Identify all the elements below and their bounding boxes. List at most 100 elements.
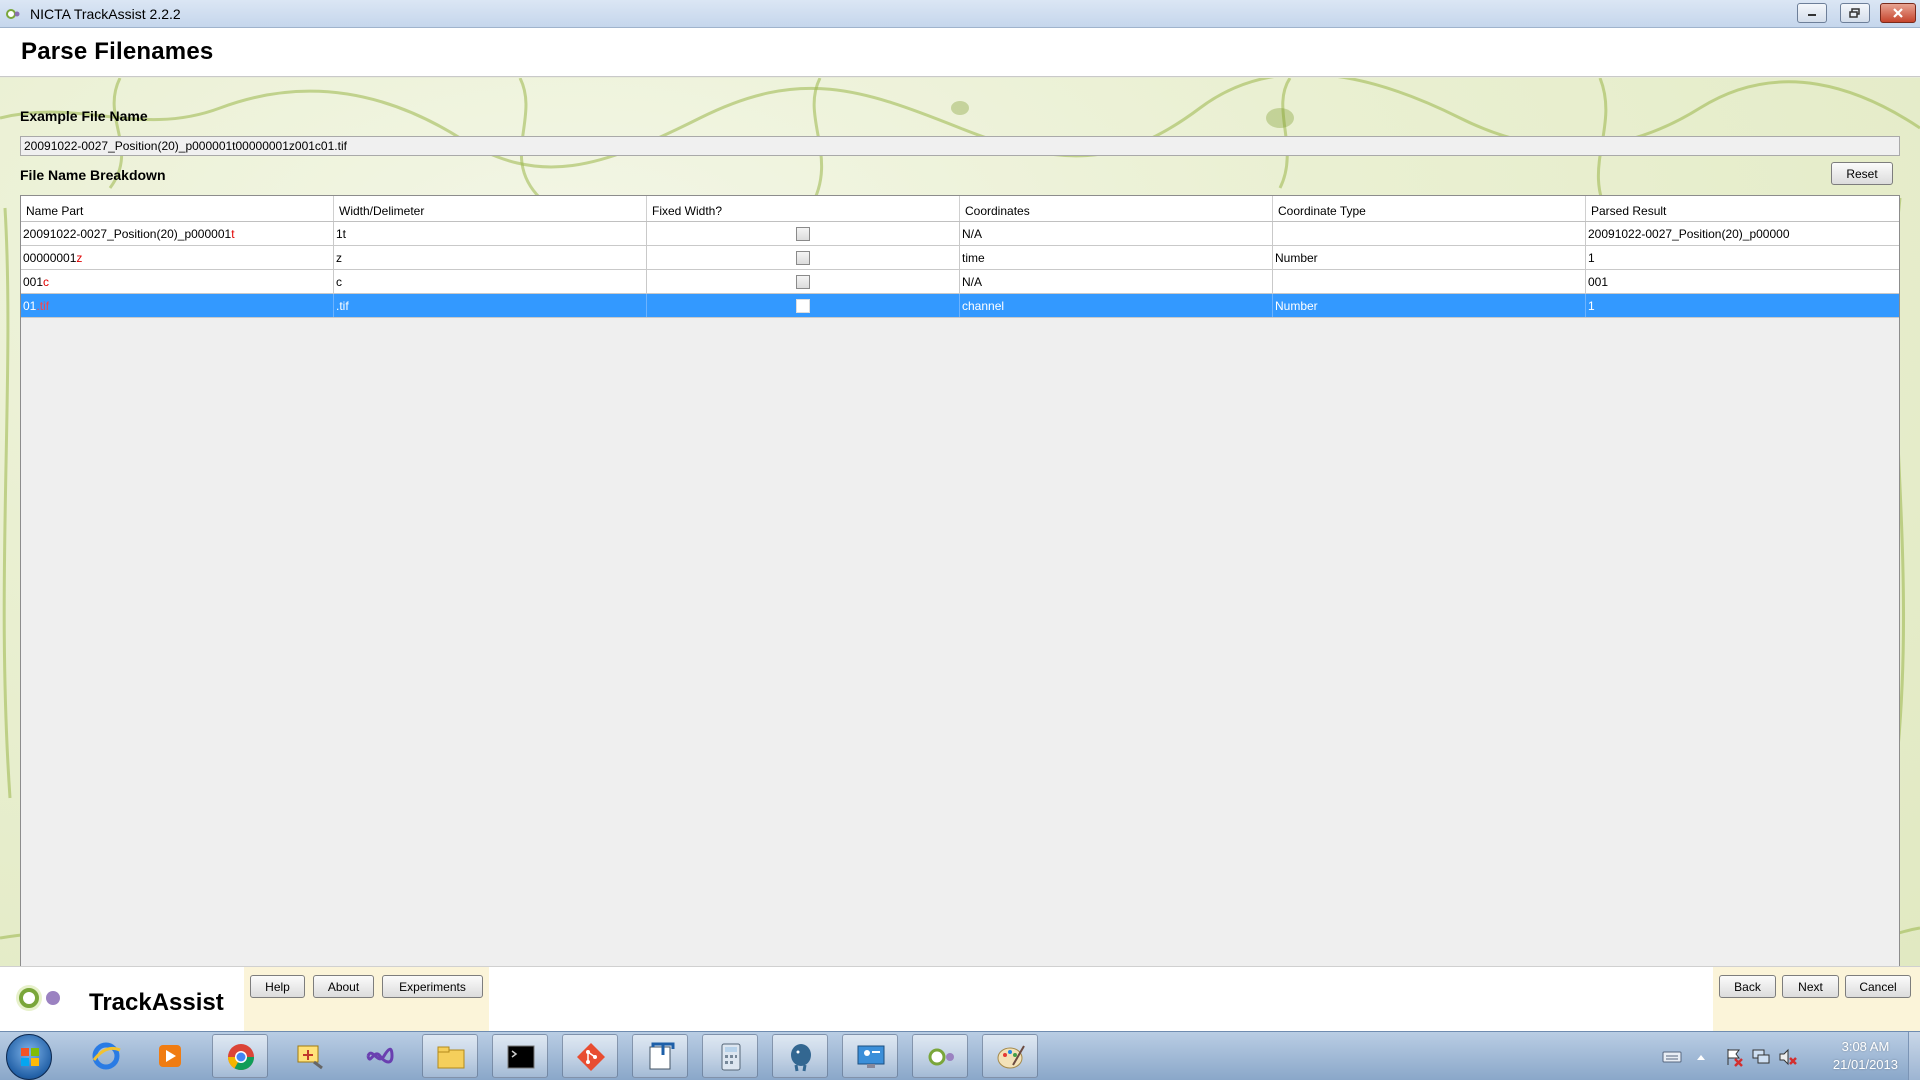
coordinates-cell[interactable]: N/A: [960, 222, 1273, 245]
back-button[interactable]: Back: [1719, 975, 1776, 998]
table-row[interactable]: 20091022-0027_Position(20)_p000001t 1t N…: [21, 222, 1899, 246]
column-header-coordinate-type[interactable]: Coordinate Type: [1273, 196, 1586, 221]
taskbar-ie[interactable]: [78, 1034, 134, 1078]
taskbar-visual-studio[interactable]: [352, 1034, 408, 1078]
name-part-cell[interactable]: 20091022-0027_Position(20)_p000001t: [21, 222, 334, 245]
reset-button[interactable]: Reset: [1831, 162, 1893, 185]
taskbar-calculator[interactable]: [702, 1034, 758, 1078]
minimize-icon: [1808, 14, 1816, 16]
experiments-button[interactable]: Experiments: [382, 975, 483, 998]
git-icon: [577, 1043, 605, 1071]
restore-button[interactable]: [1840, 3, 1870, 23]
name-part-delimiter: .tif: [36, 299, 50, 313]
clock-time: 3:08 AM: [1841, 1039, 1890, 1054]
page-title: Parse Filenames: [21, 38, 214, 65]
taskbar-text-editor[interactable]: [632, 1034, 688, 1078]
file-name-breakdown-table: Name Part Width/Delimeter Fixed Width? C…: [20, 195, 1900, 966]
column-header-name-part[interactable]: Name Part: [21, 196, 334, 221]
close-icon: [1893, 8, 1903, 18]
width-delimeter-cell[interactable]: c: [334, 270, 647, 293]
fixed-width-cell: [647, 246, 960, 269]
fixed-width-checkbox[interactable]: [796, 299, 810, 313]
table-row[interactable]: 001c c N/A 001: [21, 270, 1899, 294]
snipping-tool-icon: [297, 1045, 323, 1070]
coordinates-cell[interactable]: channel: [960, 294, 1273, 317]
column-header-width-delimeter[interactable]: Width/Delimeter: [334, 196, 647, 221]
coordinate-type-cell[interactable]: Number: [1273, 294, 1586, 317]
width-delimeter-cell[interactable]: .tif: [334, 294, 647, 317]
cancel-button[interactable]: Cancel: [1845, 975, 1911, 998]
about-button[interactable]: About: [313, 975, 374, 998]
taskbar-file-explorer[interactable]: [422, 1034, 478, 1078]
taskbar-paint[interactable]: [982, 1034, 1038, 1078]
name-part-delimiter: c: [43, 275, 50, 289]
windows-logo-icon: [21, 1048, 39, 1066]
table-header: Name Part Width/Delimeter Fixed Width? C…: [21, 196, 1899, 222]
table-row[interactable]: 00000001z z time Number 1: [21, 246, 1899, 270]
minimize-button[interactable]: [1797, 3, 1827, 23]
fixed-width-cell: [647, 222, 960, 245]
next-button[interactable]: Next: [1782, 975, 1839, 998]
calculator-icon: [721, 1043, 741, 1071]
windows-taskbar: 3:08 AM 21/01/2013: [0, 1031, 1920, 1080]
clock[interactable]: 3:08 AM 21/01/2013: [1833, 1038, 1898, 1074]
network-icon[interactable]: [1751, 1047, 1771, 1067]
close-button[interactable]: [1880, 3, 1916, 23]
paint-icon: [997, 1045, 1025, 1069]
action-center-icon[interactable]: [1724, 1047, 1744, 1067]
window-title: NICTA TrackAssist 2.2.2: [30, 6, 181, 22]
chrome-icon: [227, 1044, 255, 1071]
taskbar-snipping-tool[interactable]: [282, 1034, 338, 1078]
taskbar-trackassist[interactable]: [912, 1034, 968, 1078]
parsed-result-cell: 001: [1588, 275, 1609, 289]
parsed-result-cell: 1: [1588, 251, 1595, 265]
show-desktop-button[interactable]: [1908, 1032, 1920, 1080]
fixed-width-checkbox[interactable]: [796, 227, 810, 241]
table-row-selected[interactable]: 01.tif .tif channel Number 1: [21, 294, 1899, 318]
column-header-coordinates[interactable]: Coordinates: [960, 196, 1273, 221]
fixed-width-cell: [647, 270, 960, 293]
name-part-delimiter: z: [76, 251, 83, 265]
show-hidden-icons-icon[interactable]: [1695, 1052, 1707, 1062]
coordinate-type-cell[interactable]: [1273, 270, 1586, 293]
name-part-text: 01: [23, 299, 37, 313]
coordinate-type-cell[interactable]: [1273, 222, 1586, 245]
clock-date: 21/01/2013: [1832, 1057, 1898, 1072]
keyboard-icon[interactable]: [1662, 1050, 1682, 1064]
file-name-breakdown-label: File Name Breakdown: [20, 167, 166, 183]
name-part-cell[interactable]: 01.tif: [21, 294, 334, 317]
taskbar-postgresql[interactable]: [772, 1034, 828, 1078]
command-prompt-icon: [507, 1045, 535, 1069]
taskbar-media-player[interactable]: [142, 1034, 198, 1078]
ie-icon: [92, 1042, 121, 1070]
taskbar-git[interactable]: [562, 1034, 618, 1078]
column-header-fixed-width[interactable]: Fixed Width?: [647, 196, 960, 221]
example-file-name-label: Example File Name: [20, 108, 148, 124]
remote-desktop-icon: [857, 1045, 885, 1068]
help-button[interactable]: Help: [250, 975, 305, 998]
text-editor-icon: [649, 1042, 675, 1070]
coordinates-cell[interactable]: N/A: [960, 270, 1273, 293]
fixed-width-checkbox[interactable]: [796, 251, 810, 265]
parsed-result-cell: 1: [1588, 299, 1595, 313]
trackassist-logo-icon: [16, 985, 60, 1011]
volume-muted-icon[interactable]: [1778, 1047, 1798, 1067]
taskbar-remote-desktop[interactable]: [842, 1034, 898, 1078]
name-part-cell[interactable]: 00000001z: [21, 246, 334, 269]
restore-icon: [1849, 8, 1860, 18]
width-delimeter-cell[interactable]: 1t: [334, 222, 647, 245]
system-tray: 3:08 AM 21/01/2013: [1640, 1032, 1920, 1080]
width-delimeter-cell[interactable]: z: [334, 246, 647, 269]
visual-studio-icon: [366, 1047, 394, 1064]
coordinates-cell[interactable]: time: [960, 246, 1273, 269]
taskbar-chrome[interactable]: [212, 1034, 268, 1078]
app-icon: [6, 9, 20, 19]
example-file-name-field[interactable]: 20091022-0027_Position(20)_p000001t00000…: [20, 136, 1900, 156]
coordinate-type-cell[interactable]: Number: [1273, 246, 1586, 269]
fixed-width-checkbox[interactable]: [796, 275, 810, 289]
start-button[interactable]: [6, 1034, 52, 1080]
footer-bar: TrackAssist Help About Experiments Back …: [0, 966, 1920, 1032]
taskbar-command-prompt[interactable]: [492, 1034, 548, 1078]
column-header-parsed-result[interactable]: Parsed Result: [1586, 196, 1899, 221]
name-part-cell[interactable]: 001c: [21, 270, 334, 293]
